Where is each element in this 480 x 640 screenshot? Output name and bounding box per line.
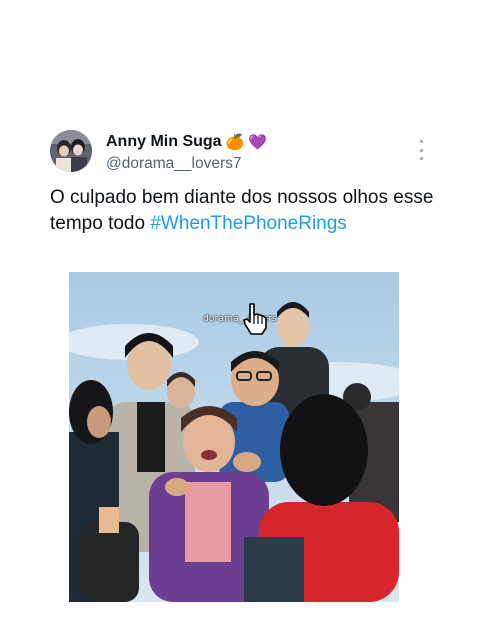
purple-heart-emoji: 💜 (248, 133, 267, 151)
hand-pointer-icon (243, 303, 267, 335)
hashtag-link[interactable]: #WhenThePhoneRings (150, 213, 346, 234)
tweet-text: O culpado bem diante dos nossos olhos es… (50, 185, 450, 237)
avatar-image (50, 130, 92, 172)
tweet-page: Anny Min Suga 🍊 💜 @dorama__lovers7 O cul… (0, 0, 480, 640)
avatar[interactable] (50, 130, 92, 172)
name-block: Anny Min Suga 🍊 💜 @dorama__lovers7 (106, 132, 267, 173)
display-name[interactable]: Anny Min Suga (106, 133, 222, 151)
tweet-header: Anny Min Suga 🍊 💜 @dorama__lovers7 (50, 130, 440, 176)
tangerine-emoji: 🍊 (225, 133, 245, 151)
display-name-row: Anny Min Suga 🍊 💜 (106, 132, 267, 152)
more-options-icon[interactable] (418, 140, 424, 160)
tweet-media[interactable]: dorama__lovers (69, 272, 399, 602)
user-handle[interactable]: @dorama__lovers7 (106, 155, 267, 173)
